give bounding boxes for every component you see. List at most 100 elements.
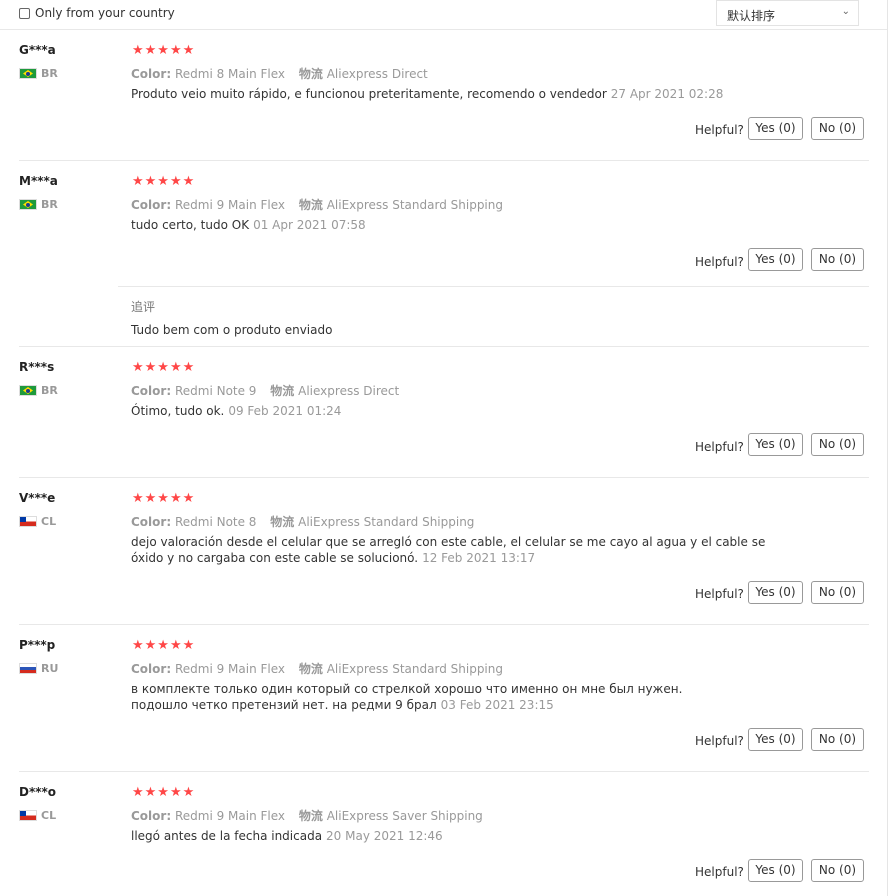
reviewer-name: P***p xyxy=(19,638,56,652)
helpful-label: Helpful? xyxy=(695,123,744,137)
color-label: Color: xyxy=(131,662,172,676)
review-meta: Color: Redmi 9 Main Flex 物流 AliExpress S… xyxy=(131,660,503,677)
helpful-label: Helpful? xyxy=(695,865,744,879)
color-label: Color: xyxy=(131,67,172,81)
sort-dropdown[interactable]: 默认排序 ⌄ xyxy=(716,0,859,26)
review-text: dejo valoración desde el celular que se … xyxy=(131,534,766,566)
review-body: tudo certo, tudo OK xyxy=(131,218,250,232)
star-rating: ★★★★★ xyxy=(132,785,196,800)
review-text: llegó antes de la fecha indicada 20 May 2… xyxy=(131,828,771,844)
shipping-value: AliExpress Standard Shipping xyxy=(326,198,503,212)
helpful-yes-button[interactable]: Yes (0) xyxy=(748,581,803,604)
shipping-value: Aliexpress Direct xyxy=(326,67,428,81)
review-date: 20 May 2021 12:46 xyxy=(326,829,443,843)
scroll-edge xyxy=(887,0,888,896)
brazil-flag-icon xyxy=(19,68,37,79)
shipping-label: 物流 xyxy=(270,515,295,529)
review-date: 09 Feb 2021 01:24 xyxy=(228,404,342,418)
country-filter[interactable]: Only from your country xyxy=(19,6,175,20)
sort-selected-value: 默认排序 xyxy=(727,9,776,23)
shipping-value: AliExpress Saver Shipping xyxy=(326,809,483,823)
color-label: Color: xyxy=(131,809,172,823)
helpful-yes-button[interactable]: Yes (0) xyxy=(748,859,803,882)
helpful-yes-button[interactable]: Yes (0) xyxy=(748,433,803,456)
review-date: 03 Feb 2021 23:15 xyxy=(440,698,554,712)
helpful-no-button[interactable]: No (0) xyxy=(811,117,864,140)
chile-flag-icon xyxy=(19,516,37,527)
star-rating: ★★★★★ xyxy=(132,360,196,375)
review-meta: Color: Redmi 9 Main Flex 物流 AliExpress S… xyxy=(131,196,503,213)
review-body: в комплекте только один который со стрел… xyxy=(131,682,683,712)
shipping-label: 物流 xyxy=(270,384,295,398)
country-code: BR xyxy=(41,198,58,211)
review-date: 27 Apr 2021 02:28 xyxy=(610,87,724,101)
color-label: Color: xyxy=(131,515,172,529)
shipping-label: 物流 xyxy=(298,809,323,823)
reviewer-country: RU xyxy=(19,662,58,675)
review-meta: Color: Redmi 8 Main Flex 物流 Aliexpress D… xyxy=(131,65,428,82)
country-code: BR xyxy=(41,67,58,80)
helpful-no-button[interactable]: No (0) xyxy=(811,581,864,604)
review-item: D***o CL ★★★★★ Color: Redmi 9 Main Flex … xyxy=(0,772,870,896)
helpful-label: Helpful? xyxy=(695,255,744,269)
review-text: Ótimo, tudo ok. 09 Feb 2021 01:24 xyxy=(131,403,771,419)
helpful-no-button[interactable]: No (0) xyxy=(811,248,864,271)
reviewer-country: BR xyxy=(19,67,58,80)
review-text: в комплекте только один который со стрел… xyxy=(131,681,731,713)
helpful-yes-button[interactable]: Yes (0) xyxy=(748,728,803,751)
review-meta: Color: Redmi Note 8 物流 AliExpress Standa… xyxy=(131,513,474,530)
helpful-yes-button[interactable]: Yes (0) xyxy=(748,248,803,271)
country-filter-label: Only from your country xyxy=(35,6,175,20)
review-meta: Color: Redmi Note 9 物流 Aliexpress Direct xyxy=(131,382,399,399)
helpful-label: Helpful? xyxy=(695,587,744,601)
helpful-no-button[interactable]: No (0) xyxy=(811,859,864,882)
review-item: M***a BR ★★★★★ Color: Redmi 9 Main Flex … xyxy=(0,161,870,347)
helpful-no-button[interactable]: No (0) xyxy=(811,728,864,751)
review-item: P***p RU ★★★★★ Color: Redmi 9 Main Flex … xyxy=(0,625,870,772)
shipping-value: AliExpress Standard Shipping xyxy=(326,662,503,676)
country-code: BR xyxy=(41,384,58,397)
reviewer-name: R***s xyxy=(19,360,55,374)
shipping-value: AliExpress Standard Shipping xyxy=(298,515,475,529)
shipping-label: 物流 xyxy=(298,662,323,676)
followup-text: Tudo bem com o produto enviado xyxy=(131,323,333,337)
review-item: G***a BR ★★★★★ Color: Redmi 8 Main Flex … xyxy=(0,30,870,161)
color-label: Color: xyxy=(131,384,172,398)
review-item: V***e CL ★★★★★ Color: Redmi Note 8 物流 Al… xyxy=(0,478,870,625)
country-code: CL xyxy=(41,809,57,822)
reviewer-country: BR xyxy=(19,384,58,397)
star-rating: ★★★★★ xyxy=(132,491,196,506)
review-meta: Color: Redmi 9 Main Flex 物流 AliExpress S… xyxy=(131,807,483,824)
review-item: R***s BR ★★★★★ Color: Redmi Note 9 物流 Al… xyxy=(0,347,870,478)
star-rating: ★★★★★ xyxy=(132,43,196,58)
star-rating: ★★★★★ xyxy=(132,638,196,653)
helpful-no-button[interactable]: No (0) xyxy=(811,433,864,456)
review-text: tudo certo, tudo OK 01 Apr 2021 07:58 xyxy=(131,217,771,233)
review-body: llegó antes de la fecha indicada xyxy=(131,829,323,843)
color-value: Redmi Note 8 xyxy=(174,515,257,529)
followup-divider xyxy=(118,286,869,287)
review-toolbar: Only from your country 默认排序 ⌄ xyxy=(0,0,887,30)
reviewer-country: CL xyxy=(19,515,56,528)
helpful-label: Helpful? xyxy=(695,440,744,454)
brazil-flag-icon xyxy=(19,199,37,210)
star-rating: ★★★★★ xyxy=(132,174,196,189)
reviewer-name: G***a xyxy=(19,43,56,57)
color-value: Redmi 9 Main Flex xyxy=(174,809,286,823)
shipping-label: 物流 xyxy=(298,67,323,81)
reviewer-name: D***o xyxy=(19,785,57,799)
country-filter-checkbox[interactable] xyxy=(19,7,30,19)
review-date: 01 Apr 2021 07:58 xyxy=(253,218,366,232)
helpful-label: Helpful? xyxy=(695,734,744,748)
chile-flag-icon xyxy=(19,810,37,821)
reviewer-country: CL xyxy=(19,809,56,822)
review-body: Produto veio muito rápido, e funcionou p… xyxy=(131,87,607,101)
reviewer-name: V***e xyxy=(19,491,56,505)
helpful-yes-button[interactable]: Yes (0) xyxy=(748,117,803,140)
color-value: Redmi Note 9 xyxy=(174,384,257,398)
review-text: Produto veio muito rápido, e funcionou p… xyxy=(131,86,771,102)
brazil-flag-icon xyxy=(19,385,37,396)
shipping-value: Aliexpress Direct xyxy=(298,384,400,398)
review-body: Ótimo, tudo ok. xyxy=(131,404,225,418)
color-value: Redmi 9 Main Flex xyxy=(174,198,286,212)
